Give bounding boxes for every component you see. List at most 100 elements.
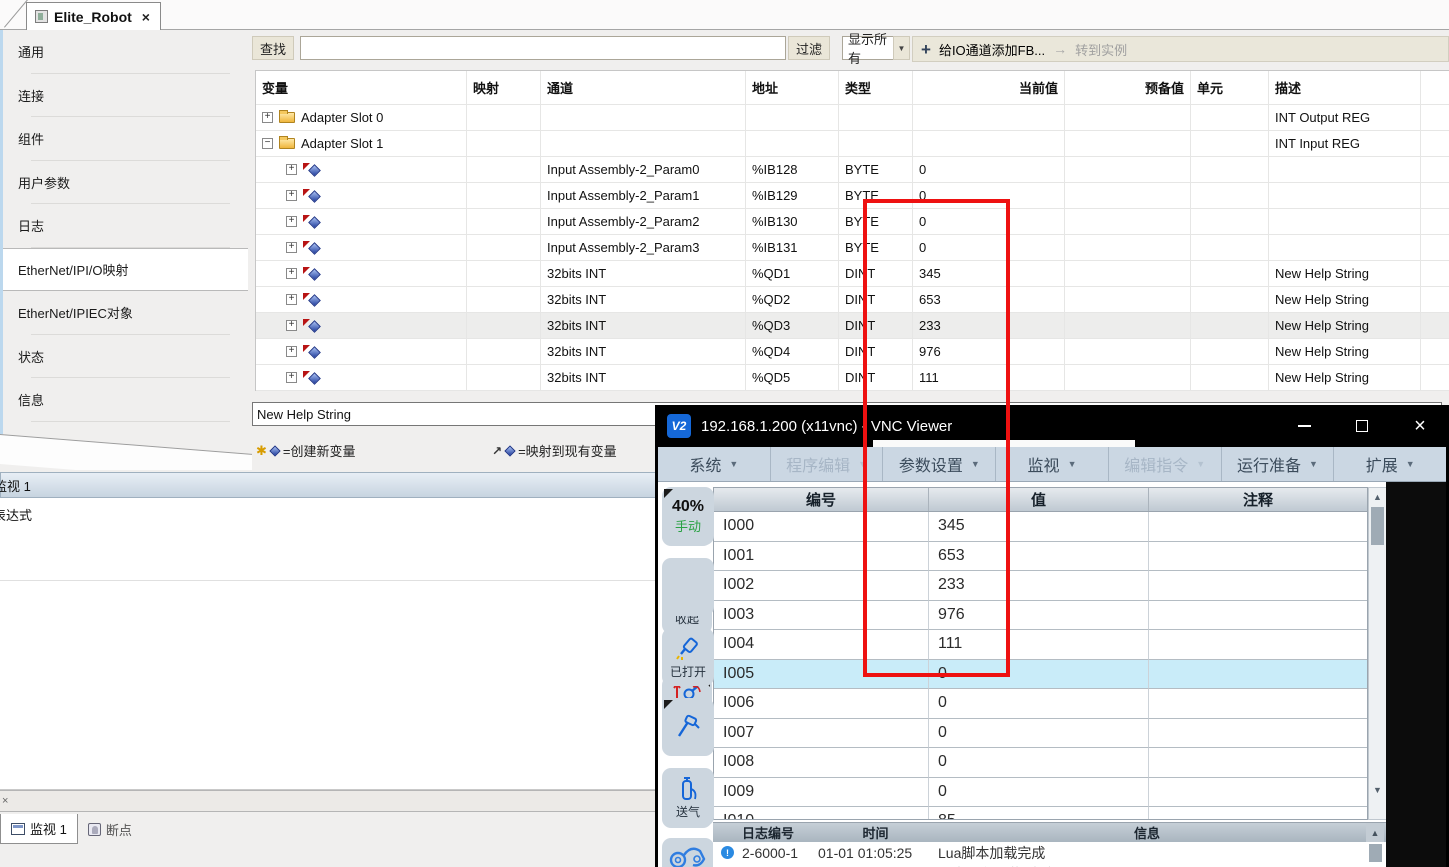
expand-toggle-icon[interactable]: + <box>286 242 297 253</box>
io-table-row[interactable]: + 32bits INT %QD4 DINT 976 New Help Stri… <box>256 339 1449 365</box>
vnc-menu-button[interactable]: 系统 ▼ <box>658 447 771 481</box>
log-scrollbar-thumb[interactable] <box>1369 844 1382 862</box>
minimize-icon <box>1298 425 1311 427</box>
variable-name: Adapter Slot 1 <box>301 136 383 151</box>
expand-toggle-icon[interactable]: + <box>286 294 297 305</box>
cell-mapping <box>467 261 541 287</box>
sidebar-item[interactable]: 日志 <box>3 204 248 248</box>
cell-io-comment <box>1149 748 1367 778</box>
vnc-menu-button[interactable]: 编辑指令 ▼ <box>1109 447 1222 481</box>
io-table-row[interactable]: + Adapter Slot 0 INT Output REG <box>256 105 1449 131</box>
sidebar-item[interactable]: 用户参数 <box>3 161 248 205</box>
monitor-table-row[interactable]: I008 0 <box>714 748 1367 778</box>
log-scroll-up-icon[interactable]: ▲ <box>1366 823 1384 842</box>
goto-instance-button[interactable]: 转到实例 <box>1075 40 1127 59</box>
legend-create-variable: ✱ =创建新变量 <box>256 441 356 460</box>
expand-toggle-icon[interactable]: − <box>262 138 273 149</box>
watch-icon <box>11 823 25 835</box>
monitor-table-row[interactable]: I002 233 <box>714 571 1367 601</box>
sidebar-item[interactable]: 连接 <box>3 74 248 118</box>
cell-type: DINT <box>839 313 913 339</box>
monitor-table-row[interactable]: I004 111 <box>714 630 1367 660</box>
cell-io-value: 345 <box>929 512 1149 542</box>
expand-toggle-icon[interactable]: + <box>286 372 297 383</box>
col-unit[interactable]: 单元 <box>1191 71 1269 105</box>
monitor-table-row[interactable]: I005 0 <box>714 660 1367 690</box>
filter-dropdown[interactable]: 显示所有 <box>842 36 894 60</box>
sidebar-item[interactable]: 通用 <box>3 30 248 74</box>
expand-toggle-icon[interactable]: + <box>286 320 297 331</box>
col-channel[interactable]: 通道 <box>541 71 746 105</box>
find-input[interactable] <box>300 36 786 60</box>
filter-dropdown-arrow[interactable]: ▼ <box>893 36 910 60</box>
expand-toggle-icon[interactable]: + <box>286 216 297 227</box>
monitor-scrollbar[interactable]: ▲ ▼ <box>1368 487 1387 820</box>
menu-label: 扩展 <box>1366 452 1398 476</box>
io-table-row[interactable]: + 32bits INT %QD3 DINT 233 New Help Stri… <box>256 313 1449 339</box>
speed-mode-button[interactable]: 40% 手动 <box>662 487 714 545</box>
io-table-row[interactable]: − Adapter Slot 1 INT Input REG <box>256 131 1449 157</box>
robot-icon <box>667 843 709 867</box>
torch-open-button[interactable]: 已打开 <box>662 628 714 686</box>
monitor-table-row[interactable]: I001 653 <box>714 542 1367 572</box>
tab-watch-1[interactable]: 监视 1 <box>0 814 78 844</box>
sidebar-item[interactable]: 组件 <box>3 117 248 161</box>
minimize-button[interactable] <box>1275 405 1333 447</box>
vnc-menu-button[interactable]: 监视 ▼ <box>996 447 1109 481</box>
col-prepared-value[interactable]: 预备值 <box>1065 71 1191 105</box>
document-tab-elite-robot[interactable]: Elite_Robot × <box>26 2 161 30</box>
col-description[interactable]: 描述 <box>1269 71 1421 105</box>
monitor-table-row[interactable]: I006 0 <box>714 689 1367 719</box>
expand-toggle-icon[interactable]: + <box>286 164 297 175</box>
log-row[interactable]: ! 2-242-2 01-01 01:05:22 脚本正在加载,请稍后 <box>713 863 1386 867</box>
io-table-row[interactable]: + 32bits INT %QD1 DINT 345 New Help Stri… <box>256 261 1449 287</box>
vnc-menu-button[interactable]: 参数设置 ▼ <box>883 447 996 481</box>
sidebar-item[interactable]: EtherNet/IPI/O映射 <box>3 248 248 292</box>
cell-io-comment <box>1149 542 1367 572</box>
sidebar-item[interactable]: 信息 <box>3 378 248 422</box>
col-variable[interactable]: 变量 <box>256 71 467 105</box>
expand-toggle-icon[interactable]: + <box>286 346 297 357</box>
tab-breakpoints[interactable]: 断点 <box>78 814 142 844</box>
col-current-value[interactable]: 当前值 <box>913 71 1065 105</box>
maximize-button[interactable] <box>1333 405 1391 447</box>
io-table-row[interactable]: + Input Assembly-2_Param3 %IB131 BYTE 0 <box>256 235 1449 261</box>
scroll-up-icon[interactable]: ▲ <box>1369 488 1386 506</box>
sidebar-item[interactable]: EtherNet/IPIEC对象 <box>3 291 248 335</box>
gas-button[interactable]: 送气 <box>662 768 714 826</box>
expand-toggle-icon[interactable]: + <box>286 268 297 279</box>
vnc-menu-button[interactable]: 运行准备 ▼ <box>1222 447 1335 481</box>
scroll-down-icon[interactable]: ▼ <box>1369 781 1386 799</box>
torch-angle-button[interactable] <box>662 698 714 756</box>
monitor-table-row[interactable]: I009 0 <box>714 778 1367 808</box>
vnc-menu-button[interactable]: 扩展 ▼ <box>1334 447 1446 481</box>
col-address[interactable]: 地址 <box>746 71 839 105</box>
cell-unit <box>1191 183 1269 209</box>
cell-io-number: I009 <box>714 778 929 808</box>
menu-label: 参数设置 <box>899 452 963 476</box>
col-type[interactable]: 类型 <box>839 71 913 105</box>
expand-toggle-icon[interactable]: + <box>286 190 297 201</box>
close-button[interactable]: × <box>1391 405 1449 447</box>
add-fb-button[interactable]: 给IO通道添加FB... <box>939 40 1045 59</box>
robot-button[interactable] <box>662 838 714 867</box>
monitor-table-row[interactable]: I000 345 <box>714 512 1367 542</box>
io-table-row[interactable]: + Input Assembly-2_Param2 %IB130 BYTE 0 <box>256 209 1449 235</box>
col-mapping[interactable]: 映射 <box>467 71 541 105</box>
scrollbar-thumb[interactable] <box>1371 507 1384 545</box>
cell-type <box>839 105 913 131</box>
log-row[interactable]: ! 2-6000-1 01-01 01:05:25 Lua脚本加载完成 <box>713 842 1386 863</box>
expression-column-header[interactable]: 表达式 <box>0 505 32 524</box>
io-table-row[interactable]: + Input Assembly-2_Param1 %IB129 BYTE 0 <box>256 183 1449 209</box>
monitor-table-row[interactable]: I003 976 <box>714 601 1367 631</box>
io-table-row[interactable]: + 32bits INT %QD5 DINT 111 New Help Stri… <box>256 365 1449 391</box>
io-table-row[interactable]: + Input Assembly-2_Param0 %IB128 BYTE 0 <box>256 157 1449 183</box>
monitor-table-row[interactable]: I010 85 <box>714 807 1367 820</box>
tab-close-icon[interactable]: × <box>142 9 150 25</box>
io-table-row[interactable]: + 32bits INT %QD2 DINT 653 New Help Stri… <box>256 287 1449 313</box>
monitor-table-row[interactable]: I007 0 <box>714 719 1367 749</box>
empty-button[interactable] <box>662 558 714 616</box>
vnc-menu-button[interactable]: 程序编辑 ▼ <box>771 447 884 481</box>
expand-toggle-icon[interactable]: + <box>262 112 273 123</box>
sidebar-item[interactable]: 状态 <box>3 335 248 379</box>
